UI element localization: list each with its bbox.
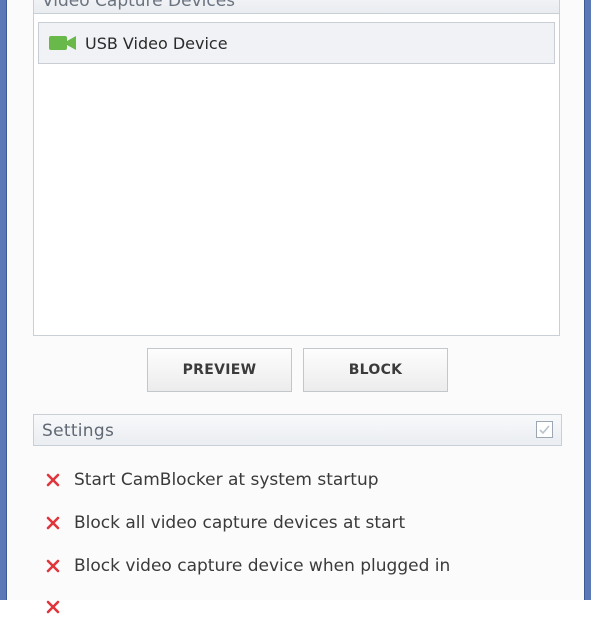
disabled-x-icon [46,473,60,487]
preview-button[interactable]: PREVIEW [147,348,292,392]
option-block-when-plugged[interactable]: Block video capture device when plugged … [46,555,546,579]
option-label: Start CamBlocker at system startup [74,470,379,490]
outer-background [591,0,598,600]
block-button[interactable]: BLOCK [303,348,448,392]
option-label: Block all video capture devices at start [74,513,406,533]
settings-checkbox-icon[interactable] [536,421,553,438]
disabled-x-icon [46,559,60,573]
option-block-all-at-start[interactable]: Block all video capture devices at start [46,512,546,536]
disabled-x-icon [46,516,60,530]
checkmark-icon [539,425,550,435]
window-frame-left [0,0,7,600]
option-label: Block video capture device when plugged … [74,556,451,576]
option-start-at-startup[interactable]: Start CamBlocker at system startup [46,469,546,493]
settings-title: Settings [42,421,115,441]
camera-icon [49,36,76,50]
disabled-x-icon [46,600,60,614]
settings-panel-header: Settings [33,414,562,446]
device-row-usb-video[interactable]: USB Video Device [38,22,555,64]
window-frame-right [584,0,591,600]
devices-panel-header: Video Capture Devices [33,0,560,14]
device-list[interactable]: USB Video Device [33,14,560,336]
device-name: USB Video Device [85,34,228,53]
devices-panel-title: Video Capture Devices [42,0,236,11]
